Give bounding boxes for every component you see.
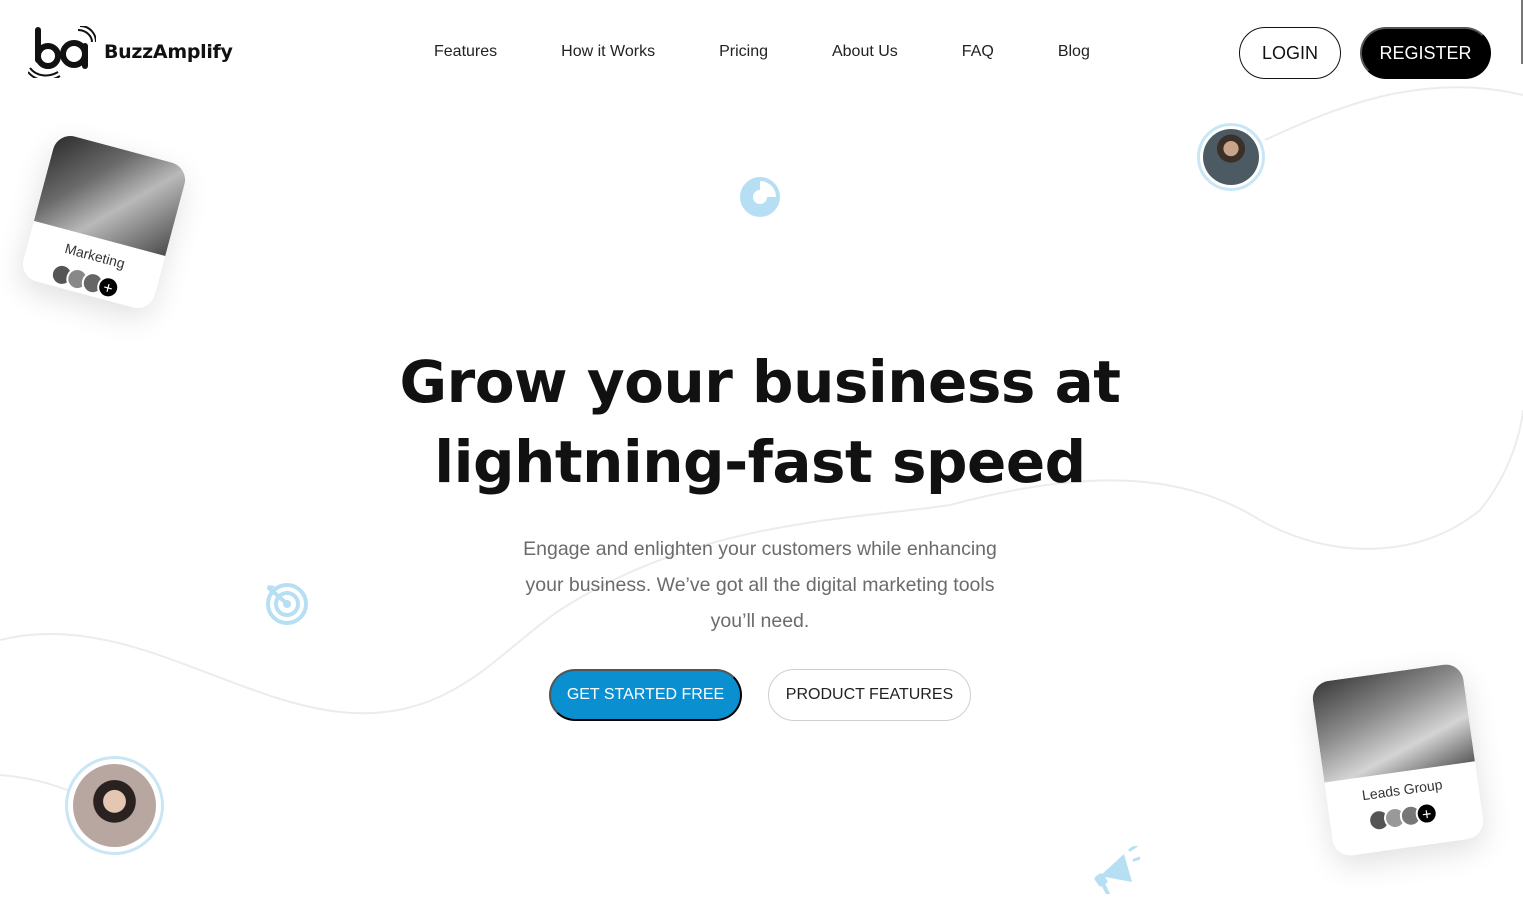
- avatar-man: [1197, 123, 1265, 191]
- avatar-man-photo: [1203, 129, 1259, 185]
- brand-logo[interactable]: BuzzAmplify: [28, 26, 233, 78]
- nav-link-how-it-works[interactable]: How it Works: [561, 42, 655, 62]
- megaphone-icon: [1094, 846, 1140, 894]
- nav-link-about-us[interactable]: About Us: [832, 42, 898, 62]
- logo-icon: [28, 26, 96, 78]
- nav-link-blog[interactable]: Blog: [1058, 42, 1090, 62]
- login-button[interactable]: LOGIN: [1239, 27, 1341, 79]
- pie-chart-icon: [740, 177, 780, 217]
- wave-line-upper: [1264, 86, 1523, 141]
- hero-subtitle: Engage and enlighten your customers whil…: [523, 538, 997, 632]
- leads-card-image: [1310, 662, 1475, 783]
- nav-link-pricing[interactable]: Pricing: [719, 42, 768, 62]
- nav-link-faq[interactable]: FAQ: [962, 42, 994, 62]
- main-nav: Features How it Works Pricing About Us F…: [434, 42, 1090, 62]
- nav-link-features[interactable]: Features: [434, 42, 497, 62]
- register-button[interactable]: REGISTER: [1360, 27, 1491, 79]
- hero-title: Grow your business at lightning-fast spe…: [360, 342, 1160, 502]
- avatar-woman-photo: [73, 764, 156, 847]
- leads-group-card: Leads Group +: [1310, 662, 1486, 858]
- product-features-button[interactable]: PRODUCT FEATURES: [768, 669, 971, 721]
- get-started-button[interactable]: GET STARTED FREE: [549, 669, 742, 721]
- hero-title-line-2: lightning-fast speed: [434, 428, 1086, 496]
- target-icon: [266, 583, 308, 625]
- hero-title-line-1: Grow your business at: [399, 348, 1121, 416]
- brand-name: BuzzAmplify: [104, 41, 233, 63]
- avatar-woman: [65, 756, 164, 855]
